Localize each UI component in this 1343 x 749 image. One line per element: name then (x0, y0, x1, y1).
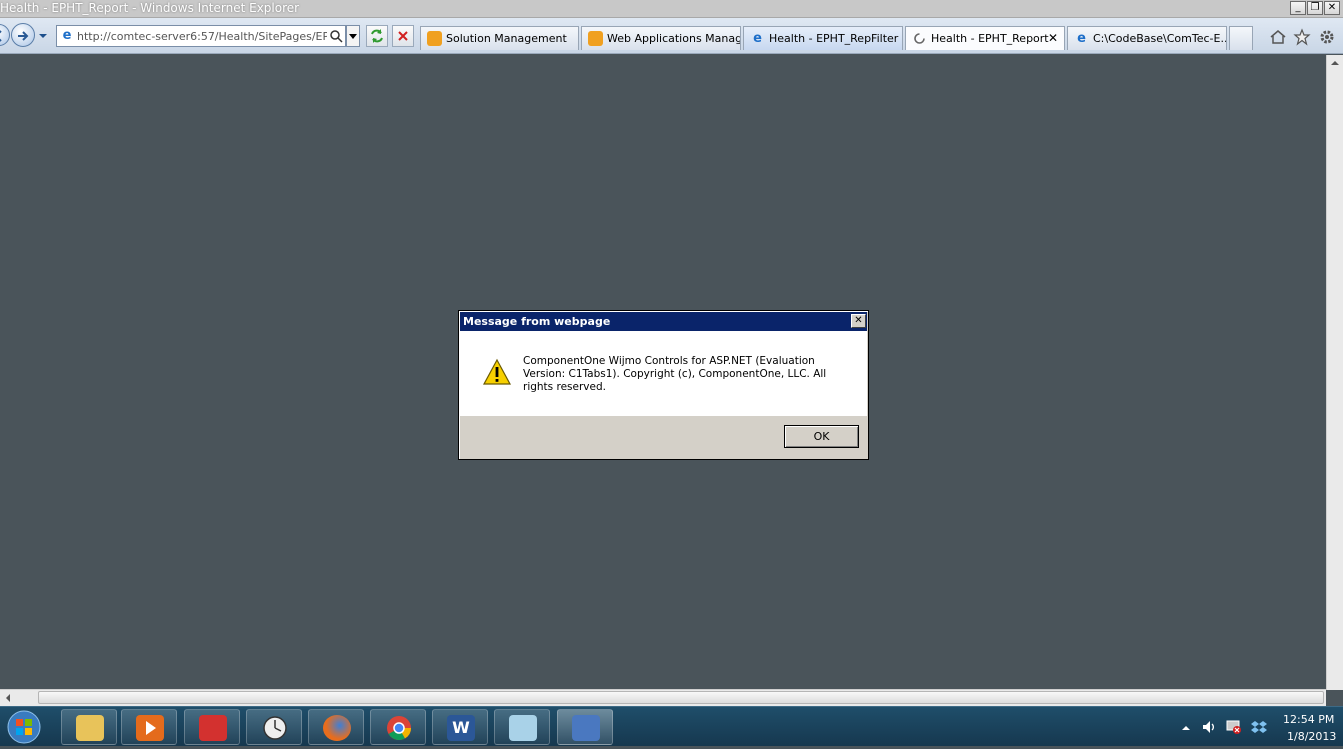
ie-icon: e (753, 31, 762, 46)
forward-arrow-icon[interactable] (11, 23, 35, 47)
clock-app-taskbar-button[interactable] (246, 709, 302, 745)
horizontal-scrollbar[interactable] (0, 689, 1326, 706)
window-title: Health - EPHT_Report - Windows Internet … (0, 1, 300, 15)
network-error-icon[interactable] (1226, 719, 1242, 735)
chrome-taskbar-button[interactable] (370, 709, 426, 745)
explorer-taskbar-button[interactable] (61, 709, 117, 745)
minimize-button[interactable]: _ (1290, 1, 1306, 15)
stop-icon (398, 31, 408, 41)
clock-time[interactable]: 12:54 PM (1283, 713, 1334, 726)
clock-icon (261, 715, 289, 741)
firefox-icon (323, 715, 351, 741)
windows-logo-icon (7, 710, 41, 744)
dialog-title: Message from webpage (463, 315, 611, 328)
tab-label: Solution Management (446, 32, 567, 45)
scroll-left-icon (6, 694, 10, 702)
tab-web-applications[interactable]: Web Applications Manag... (581, 26, 741, 50)
media-player-taskbar-button[interactable] (121, 709, 177, 745)
tab-label: Health - EPHT_RepFilter (769, 32, 899, 45)
favorites-star-icon[interactable] (1293, 28, 1311, 46)
loading-icon (912, 31, 927, 46)
firefox-taskbar-button[interactable] (308, 709, 364, 745)
home-icon[interactable] (1269, 28, 1287, 46)
app-taskbar-button[interactable] (184, 709, 240, 745)
tab-health-epht-report[interactable]: Health - EPHT_Report ✕ (905, 26, 1065, 50)
tab-label: Health - EPHT_Report (931, 32, 1049, 45)
tab-codebase[interactable]: e C:\CodeBase\ComTec-E... (1067, 26, 1227, 50)
tab-health-epht-repfilter[interactable]: e Health - EPHT_RepFilter (743, 26, 903, 50)
stop-button[interactable] (392, 25, 414, 47)
ie-icon: e (62, 28, 72, 43)
scroll-up-icon (1331, 61, 1339, 65)
message-dialog: Message from webpage ✕ ComponentOne Wijm… (458, 310, 869, 460)
refresh-icon (371, 29, 383, 43)
app-icon (199, 715, 227, 741)
new-tab-button[interactable] (1229, 26, 1253, 50)
clock-date[interactable]: 1/8/2013 (1287, 730, 1336, 743)
sharepoint-icon (427, 31, 442, 46)
remote-desktop-taskbar-button[interactable] (557, 709, 613, 745)
restore-button[interactable]: ❐ (1307, 1, 1323, 15)
ie-icon: e (1077, 31, 1086, 46)
back-arrow-icon[interactable] (0, 24, 10, 46)
tab-solution-management[interactable]: Solution Management (420, 26, 579, 50)
dialog-title-bar[interactable]: Message from webpage ✕ (460, 312, 867, 331)
start-button[interactable] (4, 709, 44, 745)
warning-icon (482, 358, 512, 386)
address-input[interactable]: http://comtec-server6:57/Health/SitePage… (77, 30, 327, 43)
dialog-message: ComponentOne Wijmo Controls for ASP.NET … (523, 355, 827, 393)
tab-close-icon[interactable]: ✕ (1048, 31, 1058, 45)
media-player-icon (136, 715, 164, 741)
refresh-button[interactable] (366, 25, 388, 47)
volume-icon[interactable] (1201, 719, 1217, 735)
search-icon[interactable] (329, 29, 343, 43)
tab-label: Web Applications Manag... (607, 32, 741, 45)
window-title-bar[interactable]: Health - EPHT_Report - Windows Internet … (0, 0, 1343, 18)
gear-icon[interactable] (1318, 28, 1336, 46)
word-taskbar-button[interactable]: W (432, 709, 488, 745)
navigation-bar: e http://comtec-server6:57/Health/SitePa… (0, 18, 1343, 54)
address-dropdown-button[interactable] (346, 25, 360, 47)
vertical-scrollbar[interactable] (1326, 55, 1343, 690)
remote-desktop-icon (572, 715, 600, 741)
folder-icon (76, 715, 104, 741)
notepad-icon (509, 715, 537, 741)
horizontal-scroll-thumb[interactable] (38, 691, 1324, 704)
dropbox-icon[interactable] (1251, 719, 1267, 735)
tab-label: C:\CodeBase\ComTec-E... (1093, 32, 1227, 45)
sharepoint-icon (588, 31, 603, 46)
dialog-body: ComponentOne Wijmo Controls for ASP.NET … (460, 331, 867, 416)
taskbar: W 12:54 PM 1/8/2013 (0, 706, 1343, 746)
ok-button[interactable]: OK (784, 425, 859, 448)
address-bar[interactable]: e http://comtec-server6:57/Health/SitePa… (56, 25, 346, 47)
show-hidden-icons-icon[interactable] (1181, 722, 1191, 732)
notepad-taskbar-button[interactable] (494, 709, 550, 745)
word-icon: W (447, 715, 475, 741)
recent-pages-dropdown-icon[interactable] (38, 30, 50, 40)
chrome-icon (385, 715, 413, 741)
dialog-close-button[interactable]: ✕ (851, 314, 866, 328)
close-window-button[interactable]: ✕ (1324, 1, 1340, 15)
